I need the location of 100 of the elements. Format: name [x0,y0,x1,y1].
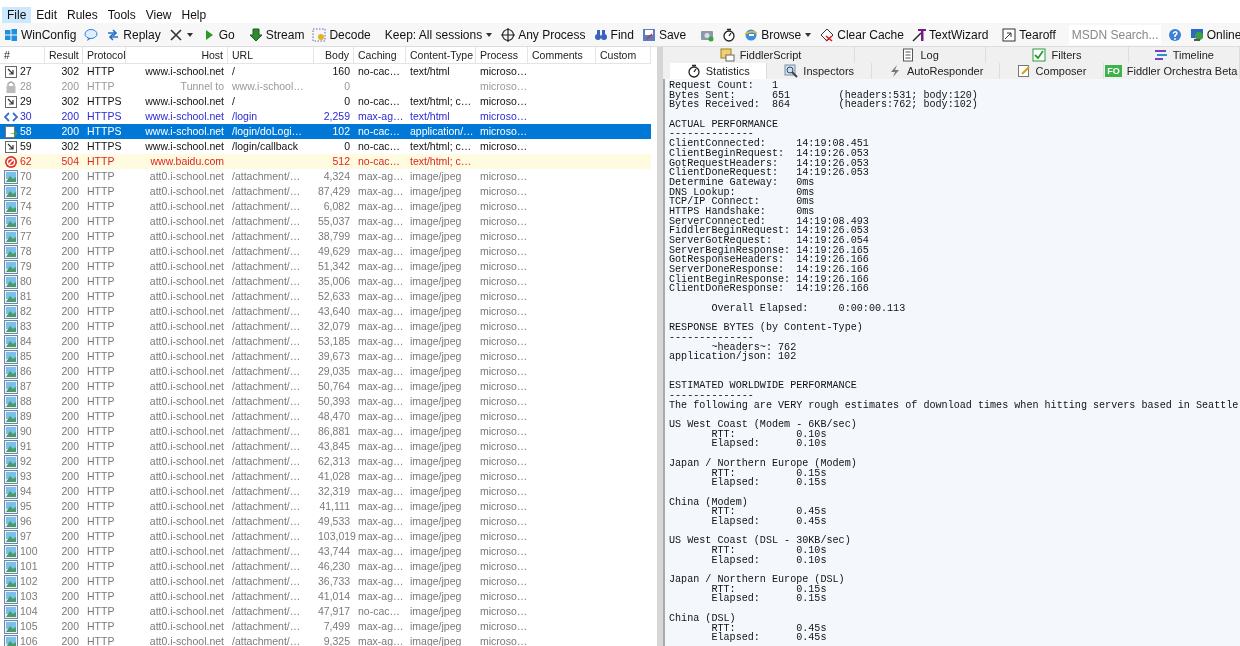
caching-cell-text: max-ag… [357,229,405,244]
error-session-row[interactable]: 62 504 HTTP www.baidu.com 512 no-cac… text/html; c… [0,154,651,169]
session-number[interactable]: 106 [20,634,38,646]
session-number[interactable]: 97 [20,529,32,544]
session-number[interactable]: 78 [20,244,32,259]
statistics-line: US West Coast (Modem - 6KB/sec) [669,420,858,430]
session-number[interactable]: 84 [20,334,32,349]
session-number[interactable]: 83 [20,319,32,334]
session-number[interactable]: 100 [20,544,38,559]
protocol-cell-text: HTTP [86,619,116,634]
stream-button[interactable]: Stream [247,24,306,45]
session-number[interactable]: 104 [20,604,38,619]
column-header[interactable]: Content-Type [406,47,476,64]
url-cell-text: /attachment/… [231,319,302,334]
session-number[interactable]: 30 [20,109,32,124]
statistics-line: Request Count: 1 [669,81,779,91]
arrow-box-icon [4,139,18,154]
menu-item[interactable]: Edit [31,6,63,23]
code-brackets-icon [4,109,18,124]
column-header[interactable]: URL [228,47,314,64]
panel-tab[interactable]: Timeline [1128,47,1240,63]
protocol-cell-text: HTTP [86,289,116,304]
browse-button[interactable]: Browse [743,24,814,45]
session-number[interactable]: 92 [20,454,32,469]
session-number[interactable]: 77 [20,229,32,244]
session-number[interactable]: 102 [20,574,38,589]
menu-item[interactable]: File [2,6,32,23]
session-number[interactable]: 87 [20,379,32,394]
session-number[interactable]: 72 [20,184,32,199]
session-number[interactable]: 96 [20,514,32,529]
session-number[interactable]: 58 [20,124,32,139]
session-number[interactable]: 105 [20,619,38,634]
session-number[interactable]: 95 [20,499,32,514]
menu-item[interactable]: Help [176,6,212,23]
winconfig-button[interactable]: WinConfig [3,24,78,45]
session-number[interactable]: 76 [20,214,32,229]
speech-bubble-icon[interactable] [84,27,99,42]
decode-button[interactable]: Decode [311,24,372,45]
session-number[interactable]: 85 [20,349,32,364]
replay-button[interactable]: Replay [105,24,162,45]
column-header[interactable]: Process [476,47,528,64]
remove-button[interactable] [167,26,195,43]
keep-sessions-dropdown[interactable]: Keep: All sessions [383,24,495,45]
session-number[interactable]: 101 [20,559,38,574]
result-cell-text: 200 [60,214,80,229]
go-button[interactable]: Go [200,24,236,45]
session-number[interactable]: 89 [20,409,32,424]
process-cell-text: microso… [479,589,528,604]
panel-tab[interactable]: Filters [986,47,1129,63]
session-number[interactable]: 81 [20,289,32,304]
column-header[interactable]: Host [126,47,228,64]
session-number[interactable]: 27 [20,64,32,79]
clear-cache-button[interactable]: Clear Cache [819,24,905,45]
tearoff-button[interactable]: Tearoff [1001,24,1057,45]
result-cell-text: 302 [60,139,80,154]
body-size-cell-text: 41,028 [317,469,352,484]
column-header[interactable]: Protocol [83,47,126,64]
session-number[interactable]: 86 [20,364,32,379]
session-number[interactable]: 59 [20,139,32,154]
stopwatch-icon[interactable] [722,27,737,42]
process-cell-text: microso… [479,319,528,334]
column-header[interactable]: Result [45,47,83,64]
column-header[interactable]: Comments [528,47,596,64]
menu-item[interactable]: Rules [62,6,103,23]
session-number[interactable]: 82 [20,304,32,319]
result-cell-text: 200 [60,334,80,349]
selected-session-row[interactable]: 58 200 HTTPS www.i-school.net /login/doLogi… 102 no-cac… application/… microso… [0,124,651,139]
any-process-button[interactable]: Any Process [500,24,587,45]
host-cell-text: att0.i-school.net [148,334,225,349]
textwizard-button[interactable]: TextWizard [910,24,990,45]
content-type-cell-text: image/jpeg [409,394,463,409]
session-number[interactable]: 88 [20,394,32,409]
session-number[interactable]: 79 [20,259,32,274]
session-number[interactable]: 74 [20,199,32,214]
session-number[interactable]: 94 [20,484,32,499]
session-number[interactable]: 80 [20,274,32,289]
search-field[interactable]: MSDN Search... [1068,24,1161,45]
column-header[interactable]: Body [314,47,354,64]
session-number[interactable]: 103 [20,589,38,604]
column-header[interactable]: Custom [596,47,651,64]
session-number[interactable]: 62 [20,154,32,169]
save-button[interactable]: Save [640,24,688,45]
column-header[interactable]: Caching [354,47,406,64]
session-number[interactable]: 29 [20,94,32,109]
help-icon[interactable] [1167,27,1182,42]
find-button[interactable]: Find [592,24,635,45]
menu-item[interactable]: View [140,6,177,23]
panel-tab[interactable]: Log [855,47,987,63]
session-number[interactable]: 70 [20,169,32,184]
session-number[interactable]: 90 [20,424,32,439]
image-file-icon [4,244,18,259]
menu-item[interactable]: Tools [102,6,141,23]
image-file-icon [4,199,18,214]
session-number[interactable]: 93 [20,469,32,484]
session-number[interactable]: 91 [20,439,32,454]
url-cell-text: /attachment/… [231,544,302,559]
panel-tab[interactable]: Statistics [670,63,768,79]
column-header[interactable]: # [0,47,45,64]
result-cell-text: 200 [60,289,80,304]
caching-cell-text: max-ag… [357,544,405,559]
